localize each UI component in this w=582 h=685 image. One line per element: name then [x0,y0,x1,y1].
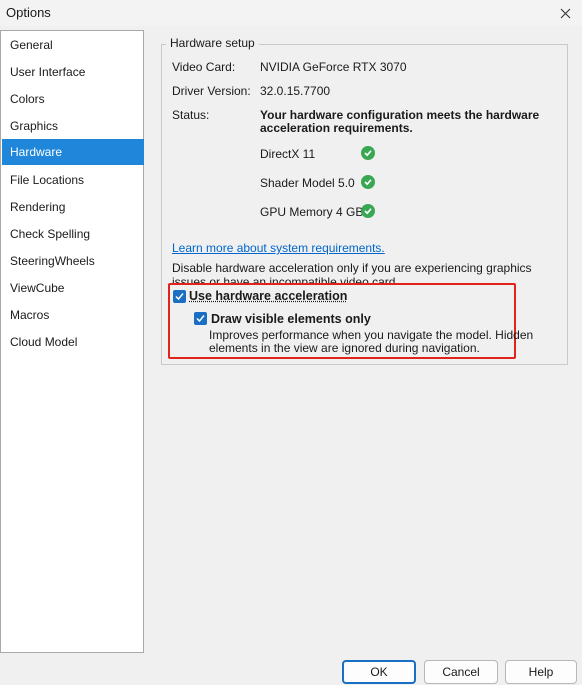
title-bar: Options [0,0,582,26]
sidebar-item-viewcube[interactable]: ViewCube [2,275,144,301]
requirement-shader-model: Shader Model 5.0 [260,176,355,190]
close-icon [560,8,570,18]
sidebar-item-steeringwheels[interactable]: SteeringWheels [2,248,144,274]
sidebar-item-check-spelling[interactable]: Check Spelling [2,221,144,247]
close-button[interactable] [548,0,582,26]
use-hardware-acceleration-label[interactable]: Use hardware acceleration [189,289,347,303]
disable-acceleration-note: Disable hardware acceleration only if yo… [172,261,532,285]
check-circle-icon [361,146,375,160]
sidebar-item-graphics[interactable]: Graphics [2,113,144,139]
draw-visible-elements-label[interactable]: Draw visible elements only [211,312,371,326]
status-label: Status: [172,108,210,122]
cancel-button[interactable]: Cancel [424,660,498,684]
sidebar-item-user-interface[interactable]: User Interface [2,59,144,85]
sidebar-item-colors[interactable]: Colors [2,86,144,112]
video-card-label: Video Card: [172,60,236,74]
sidebar-item-general[interactable]: General [2,32,144,58]
status-message-line1: Your hardware configuration meets the ha… [260,108,540,122]
sidebar-item-cloud-model[interactable]: Cloud Model [2,329,144,355]
driver-version-label: Driver Version: [172,84,251,98]
video-card-value: NVIDIA GeForce RTX 3070 [260,60,407,74]
check-circle-icon [361,204,375,218]
sidebar-item-hardware[interactable]: Hardware [2,139,144,165]
driver-version-value: 32.0.15.7700 [260,84,331,98]
help-button[interactable]: Help [505,660,577,684]
requirement-gpu-memory: GPU Memory 4 GB [260,205,364,219]
window-title: Options [6,5,51,20]
draw-visible-elements-checkbox[interactable] [194,312,207,325]
ok-button[interactable]: OK [342,660,416,684]
requirement-directx: DirectX 11 [260,147,316,161]
draw-visible-elements-description: Improves performance when you navigate t… [209,328,534,355]
sidebar-item-macros[interactable]: Macros [2,302,144,328]
group-title: Hardware setup [166,36,259,50]
check-circle-icon [361,175,375,189]
sidebar-item-rendering[interactable]: Rendering [2,194,144,220]
sidebar-item-file-locations[interactable]: File Locations [2,167,144,193]
use-hardware-acceleration-checkbox[interactable] [173,290,186,303]
status-message-line2: acceleration requirements. [260,121,413,135]
sidebar: General User Interface Colors Graphics H… [0,30,144,653]
system-requirements-link[interactable]: Learn more about system requirements. [172,241,385,255]
